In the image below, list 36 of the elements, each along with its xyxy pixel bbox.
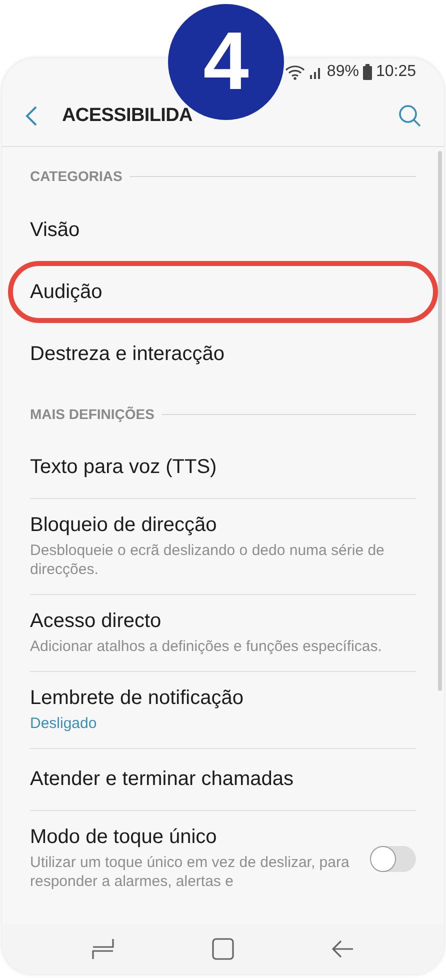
settings-item[interactable]: Atender e terminar chamadas bbox=[30, 749, 416, 811]
item-title: Bloqueio de direcção bbox=[30, 514, 218, 537]
item-title: Modo de toque único bbox=[30, 826, 218, 849]
item-title: Acesso directo bbox=[30, 610, 162, 633]
item-title: Destreza e interacção bbox=[30, 342, 226, 366]
item-title: Lembrete de notificação bbox=[30, 687, 244, 710]
screen-title: ACESSIBILIDA bbox=[62, 105, 194, 127]
item-title: Visão bbox=[30, 218, 81, 242]
settings-item[interactable]: Acesso directo Adicionar atalhos a definições e funções específicas. bbox=[30, 595, 416, 672]
clock-time: 10:25 bbox=[376, 63, 416, 81]
signal-icon bbox=[308, 65, 323, 79]
settings-item[interactable]: Modo de toque único Utilizar um toque único em vez de deslizar, para responder a alarmes, alertas e bbox=[30, 811, 416, 906]
toggle-switch[interactable] bbox=[370, 846, 416, 872]
highlighted-settings-item[interactable]: Audição bbox=[8, 261, 438, 323]
settings-item[interactable]: Destreza e interacção bbox=[30, 323, 416, 385]
wifi-icon bbox=[284, 64, 305, 80]
item-description: Desbloqueie o ecrã deslizando o dedo numa série de direcções. bbox=[30, 541, 386, 579]
search-button[interactable] bbox=[398, 104, 422, 128]
battery-icon bbox=[362, 64, 372, 80]
settings-item[interactable]: Texto para voz (TTS) bbox=[30, 437, 416, 499]
item-status: Desligado bbox=[30, 714, 98, 733]
settings-item[interactable]: Visão bbox=[30, 199, 416, 261]
back-nav-button[interactable] bbox=[331, 939, 356, 959]
item-title: Atender e terminar chamadas bbox=[30, 768, 294, 791]
home-button[interactable] bbox=[212, 938, 234, 960]
item-title: Audição bbox=[30, 280, 104, 304]
section-heading: MAIS DEFINIÇÕES bbox=[30, 406, 154, 422]
item-description: Adicionar atalhos a definições e funções específicas. bbox=[30, 637, 383, 656]
settings-item[interactable]: Bloqueio de direcção Desbloqueie o ecrã deslizando o dedo numa série de direcções. bbox=[30, 499, 416, 595]
battery-percentage: 89% bbox=[326, 63, 359, 81]
section-heading: CATEGORIAS bbox=[30, 168, 122, 184]
recent-apps-button[interactable] bbox=[90, 937, 115, 961]
item-title: Texto para voz (TTS) bbox=[30, 456, 218, 479]
back-button[interactable] bbox=[24, 105, 38, 127]
settings-item[interactable]: Lembrete de notificação Desligado bbox=[30, 672, 416, 749]
item-description: Utilizar um toque único em vez de deslizar, para responder a alarmes, alertas e bbox=[30, 853, 350, 891]
